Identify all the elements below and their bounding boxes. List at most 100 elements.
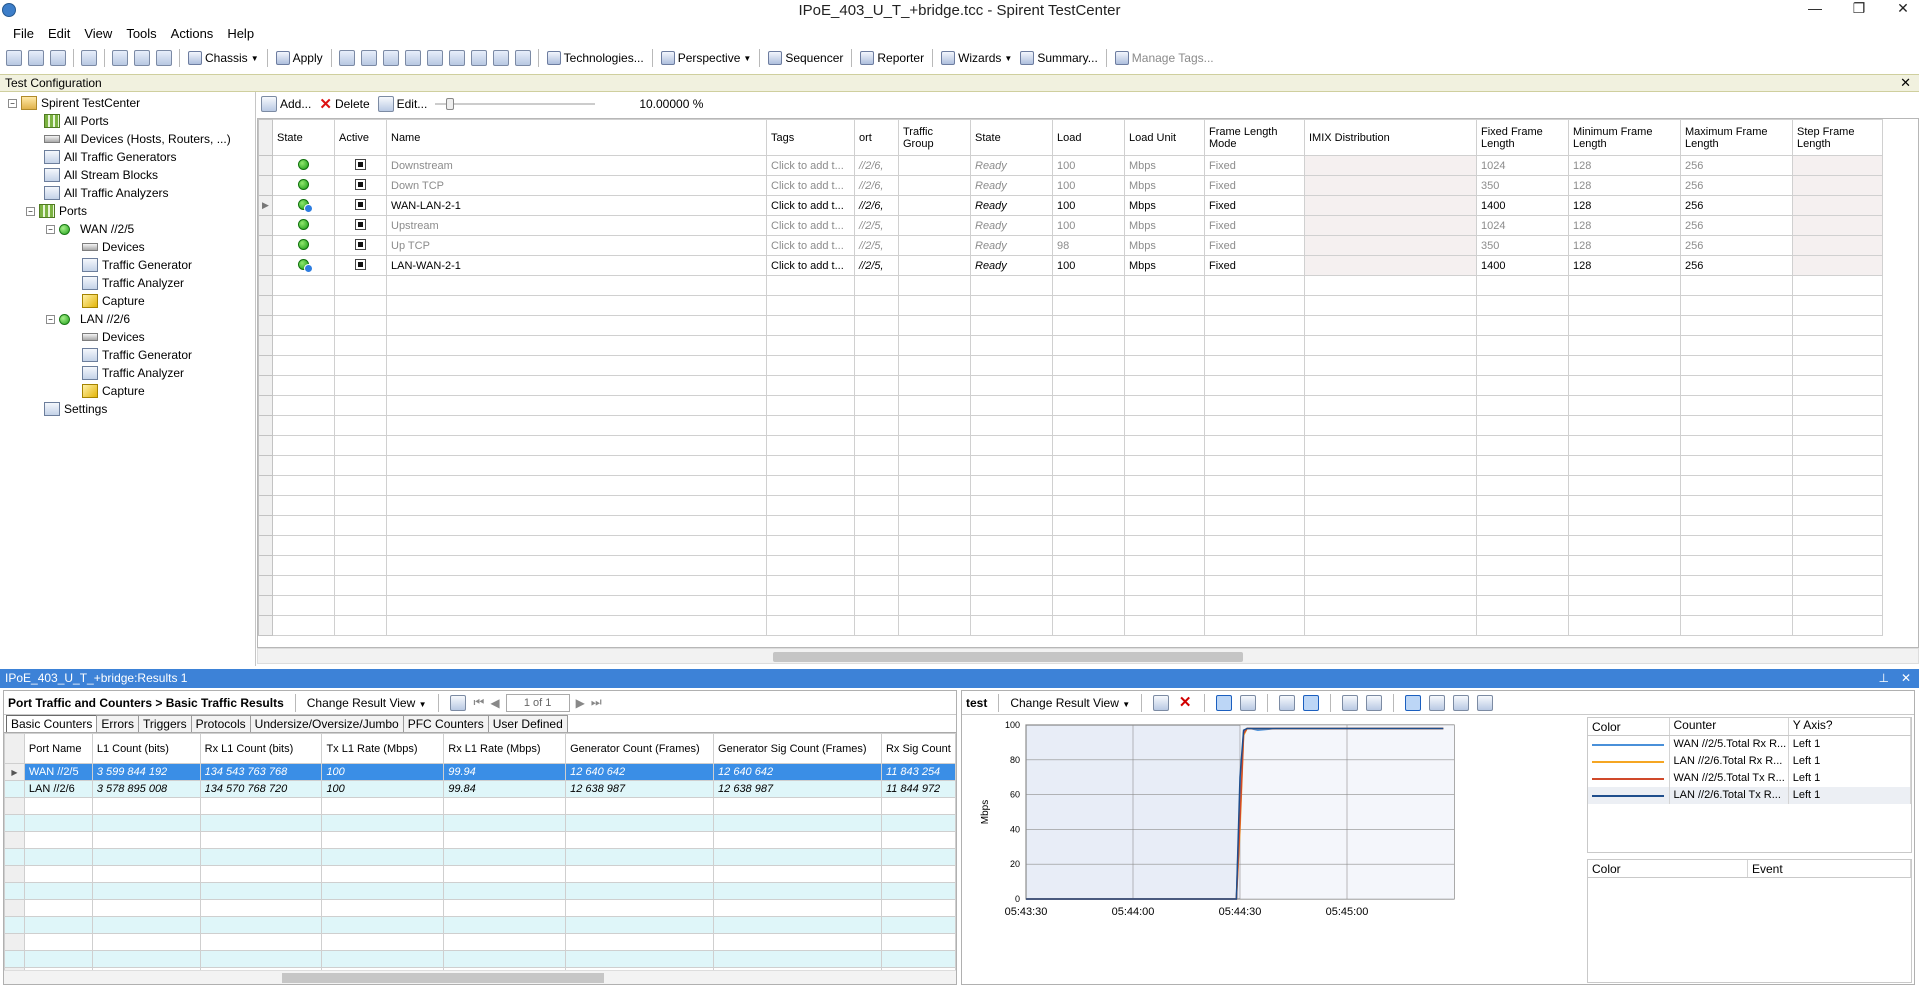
active-checkbox[interactable] <box>355 238 366 250</box>
cell-tags[interactable]: Click to add t... <box>766 255 855 276</box>
perspective-button[interactable]: Perspective ▼ <box>658 51 755 65</box>
first-page-icon[interactable]: ⏮ <box>474 695 485 710</box>
load-slider[interactable] <box>435 96 596 112</box>
tree-node-wan-devices[interactable]: Devices <box>82 238 145 256</box>
column-header-frame-length-mode[interactable]: Frame Length Mode <box>1204 119 1305 156</box>
reporter-button[interactable]: Reporter <box>857 51 927 65</box>
axis-icon[interactable] <box>1477 694 1494 711</box>
save-icon[interactable] <box>50 50 66 66</box>
legend-header-color[interactable]: Color <box>1588 718 1670 735</box>
collapse-icon[interactable]: − <box>46 314 55 324</box>
menu-actions[interactable]: Actions <box>164 26 221 41</box>
cell-name[interactable]: Downstream <box>386 155 767 176</box>
stop-traffic-icon[interactable] <box>404 50 421 66</box>
stream-row[interactable]: Down TCP Click to add t...//2/6, Ready 100 M… <box>258 175 1883 196</box>
tree-node-wan-traffic-analyzer[interactable]: Traffic Analyzer <box>82 274 184 292</box>
column-header-rx-sig-count[interactable]: Rx Sig Count <box>880 733 956 764</box>
manage-tags-button[interactable]: Manage Tags... <box>1112 51 1217 65</box>
event-header-color[interactable]: Color <box>1588 860 1748 877</box>
minimize-button[interactable]: — <box>1805 0 1825 17</box>
column-header-generator-count[interactable]: Generator Count (Frames) <box>565 733 715 764</box>
stream-grid-horizontal-scrollbar[interactable] <box>257 648 1919 664</box>
pause-icon[interactable] <box>1216 694 1233 711</box>
pin-icon[interactable]: ⊥ <box>1878 669 1888 688</box>
column-header-rx-l1-rate[interactable]: Rx L1 Rate (Mbps) <box>443 733 567 764</box>
row-selector[interactable] <box>258 235 273 256</box>
tree-node-lan-traffic-analyzer[interactable]: Traffic Analyzer <box>82 364 184 382</box>
column-header-fixed-frame-length[interactable]: Fixed Frame Length <box>1476 119 1569 156</box>
active-cell[interactable] <box>334 195 387 216</box>
results-horizontal-scrollbar[interactable] <box>4 970 956 984</box>
row-selector[interactable] <box>258 175 273 196</box>
stop-devices-icon[interactable] <box>360 50 377 66</box>
active-cell[interactable] <box>334 215 387 236</box>
column-header-generator-sig-count[interactable]: Generator Sig Count (Frames) <box>713 733 882 764</box>
legend-header-counter[interactable]: Counter <box>1670 718 1789 735</box>
row-selector[interactable] <box>258 255 273 276</box>
tab-undersize-oversize-jumbo[interactable]: Undersize/Oversize/Jumbo <box>249 715 404 732</box>
active-checkbox[interactable] <box>355 178 366 190</box>
tree-node-wan-traffic-generator[interactable]: Traffic Generator <box>82 256 192 274</box>
cell-tags[interactable]: Click to add t... <box>766 195 855 216</box>
close-button[interactable]: ✕ <box>1893 0 1913 17</box>
copy-icon[interactable] <box>134 50 150 66</box>
highlight-icon[interactable] <box>1279 694 1296 711</box>
column-header-tx-l1-rate[interactable]: Tx L1 Rate (Mbps) <box>321 733 445 764</box>
cell-name[interactable]: WAN-LAN-2-1 <box>386 195 767 216</box>
tree-node-lan-devices[interactable]: Devices <box>82 328 145 346</box>
tree-node-all-traffic-analyzers[interactable]: All Traffic Analyzers <box>44 184 168 202</box>
clear-chart-icon[interactable]: ✕ <box>1177 694 1193 711</box>
page-indicator-input[interactable]: 1 of 1 <box>505 693 570 712</box>
previous-page-icon[interactable]: ◀ <box>490 696 499 710</box>
stream-row[interactable]: Upstream Click to add t...//2/5, Ready 100 M… <box>258 215 1883 236</box>
active-cell[interactable] <box>334 155 387 176</box>
column-header-max-frame-length[interactable]: Maximum Frame Length <box>1680 119 1793 156</box>
save-icon[interactable] <box>1366 694 1383 711</box>
pointer-icon[interactable] <box>1405 694 1422 711</box>
start-analyzer-icon[interactable] <box>426 50 443 66</box>
column-header-name[interactable]: Name <box>386 119 767 156</box>
column-header-traffic-group[interactable]: Traffic Group <box>898 119 971 156</box>
cell-name[interactable]: Down TCP <box>386 175 767 196</box>
legend-row[interactable]: LAN //2/6.Total Tx R... Left 1 <box>1588 787 1911 804</box>
active-cell[interactable] <box>334 175 387 196</box>
event-header-event[interactable]: Event <box>1748 860 1911 877</box>
open-folder-icon[interactable] <box>28 50 44 66</box>
tree-node-lan-port[interactable]: − LAN //2/6 <box>46 310 130 328</box>
tree-node-spirent-testcenter[interactable]: − Spirent TestCenter <box>8 94 140 112</box>
wizards-button[interactable]: Wizards ▼ <box>938 51 1015 65</box>
collapse-icon[interactable]: − <box>46 224 55 234</box>
row-selector[interactable] <box>258 215 273 236</box>
column-header-imix-distribution[interactable]: IMIX Distribution <box>1304 119 1477 156</box>
cell-name[interactable]: LAN-WAN-2-1 <box>386 255 767 276</box>
cell-tags[interactable]: Click to add t... <box>766 235 855 256</box>
tree-node-wan-port[interactable]: − WAN //2/5 <box>46 220 134 238</box>
export-icon[interactable] <box>449 694 466 711</box>
sequencer-button[interactable]: Sequencer <box>765 51 846 65</box>
legend-row[interactable]: LAN //2/6.Total Rx R... Left 1 <box>1588 753 1911 770</box>
active-cell[interactable] <box>334 235 387 256</box>
save-as-icon[interactable] <box>81 50 97 66</box>
stream-row[interactable]: ▶ WAN-LAN-2-1 Click to add t...//2/6, Ready… <box>258 195 1883 216</box>
active-checkbox[interactable] <box>355 258 366 270</box>
stream-row[interactable]: Downstream Click to add t...//2/6, Ready 10… <box>258 155 1883 176</box>
menu-edit[interactable]: Edit <box>41 26 77 41</box>
collapse-icon[interactable]: − <box>26 206 35 216</box>
tree-node-ports[interactable]: − Ports <box>26 202 87 220</box>
chassis-button[interactable]: Chassis ▼ <box>185 51 262 65</box>
column-header-state[interactable]: State <box>272 119 335 156</box>
scrollbar-thumb[interactable] <box>282 973 604 983</box>
next-page-icon[interactable]: ▶ <box>576 696 585 710</box>
legend-row[interactable]: WAN //2/5.Total Rx R... Left 1 <box>1588 736 1911 753</box>
start-traffic-icon[interactable] <box>382 50 399 66</box>
row-selector[interactable]: ▶ <box>258 195 273 216</box>
active-checkbox[interactable] <box>355 158 366 170</box>
legend-row[interactable]: WAN //2/5.Total Tx R... Left 1 <box>1588 770 1911 787</box>
column-header-l1-count[interactable]: L1 Count (bits) <box>91 733 201 764</box>
column-header-port[interactable]: ort <box>854 119 899 156</box>
lock-icon[interactable] <box>514 50 531 66</box>
table-row[interactable]: ▶ WAN //2/5 3 599 844 192 134 543 763 768 10… <box>4 763 956 781</box>
tree-node-all-traffic-generators[interactable]: All Traffic Generators <box>44 148 177 166</box>
slider-thumb[interactable] <box>445 98 454 110</box>
stream-row[interactable]: Up TCP Click to add t...//2/5, Ready 98 Mbps… <box>258 235 1883 256</box>
